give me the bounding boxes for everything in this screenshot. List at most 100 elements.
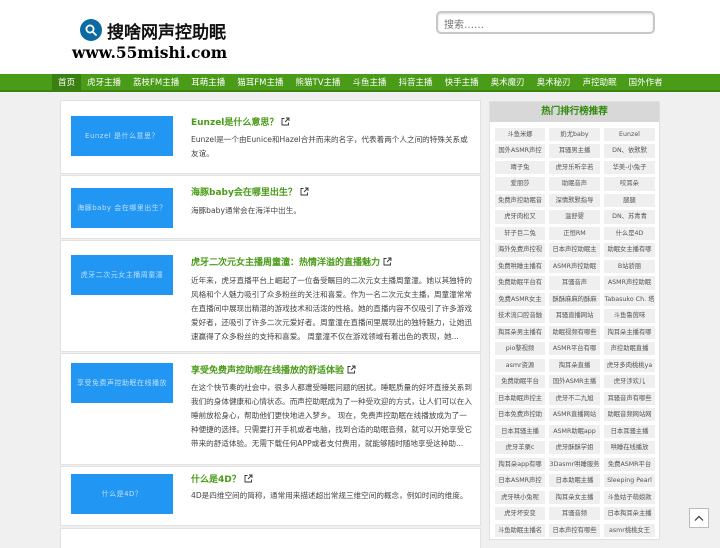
post-title[interactable]: 享受免费声控助眠在线播放的舒适体验 bbox=[191, 363, 356, 376]
tag-link[interactable]: 免费哄睡主播有 bbox=[495, 259, 545, 274]
tag-link[interactable]: 免费助眠平台有 bbox=[495, 276, 545, 290]
tag-link[interactable]: 什么是4D bbox=[604, 226, 655, 241]
tag-link[interactable]: 正恒RM bbox=[549, 226, 600, 241]
tag-link[interactable]: 晴子兔 bbox=[495, 160, 545, 175]
tag-link[interactable]: 耳骚音声 bbox=[549, 276, 600, 290]
tag-link[interactable]: 日本助眠声控主 bbox=[495, 391, 545, 405]
tag-link[interactable]: 日本声控助眠主 bbox=[549, 243, 600, 257]
tag-link[interactable]: 腿腿 bbox=[604, 193, 655, 208]
tag-link[interactable]: 深情默默指导 bbox=[549, 193, 600, 208]
tag-link[interactable]: asmr桃桃女王 bbox=[604, 523, 655, 537]
tag-link[interactable]: 虎牙哄小兔呢 bbox=[495, 490, 545, 504]
nav-item[interactable]: 斗鱼主播 bbox=[347, 74, 393, 92]
tag-link[interactable]: 斗鱼米娜 bbox=[495, 128, 545, 142]
site-logo[interactable]: 搜啥网声控助眠 www.55mishi.com bbox=[70, 3, 234, 69]
tag-link[interactable]: 虎牙多肉桃桃ya bbox=[604, 358, 655, 372]
post-thumbnail[interactable]: Eunzel 是什么意思？ bbox=[71, 116, 173, 156]
tag-link[interactable]: 日本掏耳朵主播 bbox=[604, 507, 655, 521]
tag-link[interactable]: Sleeping Pearl bbox=[604, 474, 655, 488]
nav-item[interactable]: 熊猫TV主播 bbox=[290, 74, 347, 92]
tag-link[interactable]: 虎牙肉松又 bbox=[495, 210, 545, 224]
nav-item[interactable]: 首页 bbox=[52, 74, 82, 92]
tag-link[interactable]: 技术流口腔音触 bbox=[495, 309, 545, 323]
tag-link[interactable]: 斗鱼姑子萌娘款 bbox=[604, 490, 655, 504]
tag-link[interactable]: 哄睡在线播放 bbox=[604, 441, 655, 455]
tag-link[interactable]: 助眠音声 bbox=[549, 177, 600, 191]
tag-link[interactable]: 虎牙乐听辛若 bbox=[549, 160, 600, 175]
nav-item[interactable]: 奥术秘刃 bbox=[531, 74, 577, 92]
tag-link[interactable]: Tabasuko Ch. 塔 bbox=[604, 292, 655, 307]
back-to-top-button[interactable] bbox=[689, 508, 709, 528]
tag-link[interactable]: 日本免费声控助 bbox=[495, 408, 545, 422]
tag-link[interactable]: 耳骚音频 bbox=[549, 507, 600, 521]
tag-link[interactable]: 海外免费声控视 bbox=[495, 243, 545, 257]
tag-link[interactable]: 掏耳朵女主播 bbox=[549, 490, 600, 504]
tag-link[interactable]: 掏耳朵主播有哪 bbox=[604, 325, 655, 339]
nav-item[interactable]: 抖音主播 bbox=[393, 74, 439, 92]
tag-link[interactable]: 奶尤baby bbox=[549, 128, 600, 142]
tag-link[interactable]: 日本耳骚主播 bbox=[495, 424, 545, 438]
tag-link[interactable]: 酥酥麻麻的酥麻 bbox=[549, 292, 600, 307]
tag-link[interactable]: 虎牙羊栗c bbox=[495, 441, 545, 455]
nav-item[interactable]: 虎牙主播 bbox=[81, 74, 127, 92]
tag-link[interactable]: 掏耳朵男主播有 bbox=[495, 325, 545, 339]
tag-link[interactable]: asmr资源 bbox=[495, 358, 545, 372]
tag-link[interactable]: 掏耳朵app有哪 bbox=[495, 457, 545, 471]
tag-link[interactable]: ASMR直播网站 bbox=[549, 408, 600, 422]
tag-link[interactable]: B站骄丽 bbox=[604, 259, 655, 274]
tag-link[interactable]: 虎牙酥酥学姐 bbox=[549, 441, 600, 455]
tag-link[interactable]: 耳骚直播网站 bbox=[549, 309, 600, 323]
tag-link[interactable]: 日本助眠主播 bbox=[549, 474, 600, 488]
nav-item[interactable]: 声控助眠 bbox=[577, 74, 623, 92]
nav-item[interactable]: 猫耳FM主播 bbox=[231, 74, 289, 92]
tag-link[interactable]: 免费ASMR平台 bbox=[604, 457, 655, 471]
tag-link[interactable]: 斗鱼助眠主播名 bbox=[495, 523, 545, 537]
tag-link[interactable]: Eunzel bbox=[604, 128, 655, 142]
tag-link[interactable]: 国外ASMR声控 bbox=[495, 144, 545, 158]
tag-link[interactable]: 掏耳朵直播 bbox=[549, 358, 600, 372]
post-thumbnail[interactable]: 享受免费声控助眠在线播放 bbox=[71, 363, 173, 403]
tag-link[interactable]: ASMR平台有哪 bbox=[549, 342, 600, 356]
tag-link[interactable]: 日本耳骚主播 bbox=[604, 424, 655, 438]
tag-link[interactable]: DN、苏青青 bbox=[604, 210, 655, 224]
tag-link[interactable]: 温舒婴 bbox=[549, 210, 600, 224]
tag-link[interactable]: pio黎视频 bbox=[495, 342, 545, 356]
nav-item[interactable]: 国外作者 bbox=[623, 74, 669, 92]
search-input[interactable] bbox=[438, 16, 653, 35]
tag-link[interactable]: 虎牙涉欢儿 bbox=[604, 375, 655, 389]
tag-link[interactable]: 耳骚男主播 bbox=[549, 144, 600, 158]
tag-link[interactable]: 免费ASMR女主 bbox=[495, 292, 545, 307]
tag-link[interactable]: 爱朋莎 bbox=[495, 177, 545, 191]
post-thumbnail[interactable]: 什么是4D？ bbox=[71, 474, 173, 514]
tag-link[interactable]: 耳骚音声有哪些 bbox=[604, 391, 655, 405]
nav-item[interactable]: 快手主播 bbox=[439, 74, 485, 92]
tag-link[interactable]: 日本ASMR声控 bbox=[495, 474, 545, 488]
tag-link[interactable]: 免费助眠平台 bbox=[495, 375, 545, 389]
nav-item[interactable]: 奥术魔刃 bbox=[485, 74, 531, 92]
tag-link[interactable]: 虎牙不二九旭 bbox=[549, 391, 600, 405]
tag-link[interactable]: 轩子巨二兔 bbox=[495, 226, 545, 241]
tag-link[interactable]: 助眠女主播有哪 bbox=[604, 243, 655, 257]
tag-link[interactable]: 助眠音频网站网 bbox=[604, 408, 655, 422]
nav-item[interactable]: 耳萌主播 bbox=[185, 74, 231, 92]
post-title[interactable]: Eunzel是什么意思？ bbox=[191, 115, 290, 128]
post-title[interactable]: 海豚baby会在哪里出生？ bbox=[191, 185, 309, 198]
tag-link[interactable]: 斗鱼鲁茵味 bbox=[604, 309, 655, 323]
tag-link[interactable]: ASMR声控助眠 bbox=[604, 276, 655, 290]
post-thumbnail[interactable]: 海豚baby 会在哪里出生？ bbox=[71, 188, 173, 228]
tag-link[interactable]: 华美-小兔子 bbox=[604, 160, 655, 175]
tag-link[interactable]: ASMR声控助眠 bbox=[549, 259, 600, 274]
post-title[interactable]: 虎牙二次元女主播周童潼：热情洋溢的直播魅力 bbox=[191, 255, 392, 268]
tag-link[interactable]: 国外ASMR主播 bbox=[549, 375, 600, 389]
tag-link[interactable]: 免费声控助眠音 bbox=[495, 193, 545, 208]
tag-link[interactable]: 咬耳朵 bbox=[604, 177, 655, 191]
post-title[interactable]: 什么是4D？ bbox=[191, 472, 253, 485]
post-thumbnail[interactable]: 虎牙二次元女主播周童潼 bbox=[71, 255, 173, 295]
nav-item[interactable]: 荔枝FM主播 bbox=[127, 74, 185, 92]
tag-link[interactable]: 助眠视频有哪些 bbox=[549, 325, 600, 339]
tag-link[interactable]: 声控助眠直播 bbox=[604, 342, 655, 356]
tag-link[interactable]: DN、依默默 bbox=[604, 144, 655, 158]
tag-link[interactable]: ASMR助眠app bbox=[549, 424, 600, 438]
tag-link[interactable]: 3Dasmr哄睡服务 bbox=[549, 457, 600, 471]
tag-link[interactable]: 日本声控有哪些 bbox=[549, 523, 600, 537]
